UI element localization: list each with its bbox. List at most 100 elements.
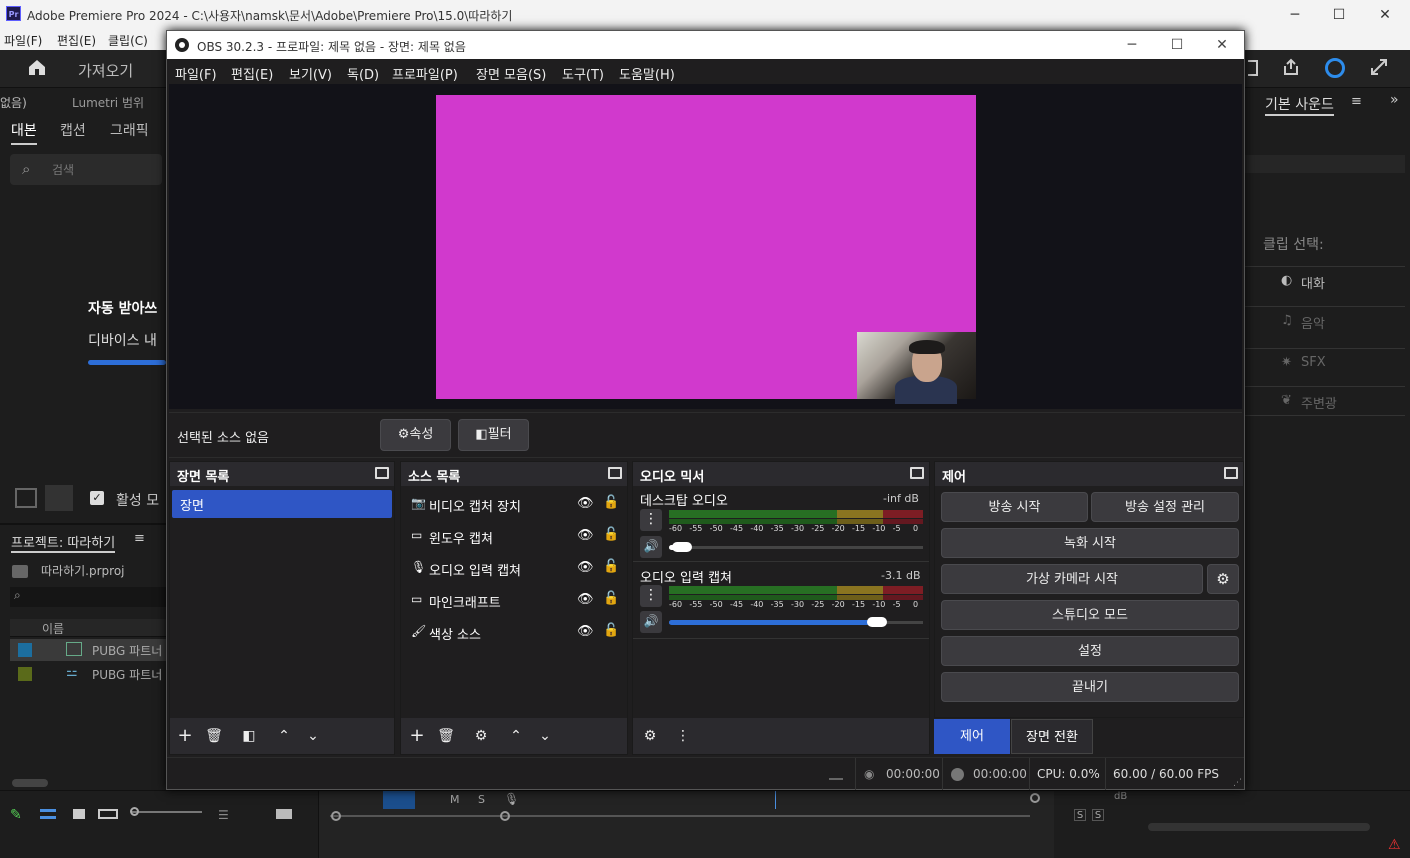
resize-grip-icon[interactable]: ⋰ [1233, 778, 1242, 788]
filters-button[interactable]: ◧필터 [458, 419, 529, 451]
stream-settings-button[interactable]: 방송 설정 관리 [1091, 492, 1239, 522]
obs-menu-tools[interactable]: 도구(T) [562, 64, 604, 83]
exit-button[interactable]: 끝내기 [941, 672, 1239, 702]
split-icon[interactable] [45, 485, 73, 511]
volume-handle[interactable] [867, 617, 887, 627]
webcam-feed[interactable] [857, 332, 976, 404]
scroll-handle-left[interactable] [331, 811, 341, 821]
tab-controls[interactable]: 제어 [934, 719, 1010, 754]
playhead[interactable] [775, 791, 776, 809]
project-row[interactable]: ⚍ PUBG 파트너 [10, 663, 166, 685]
source-item[interactable]: ▭ 윈도우 캡쳐 👁 🔓 [407, 522, 623, 550]
obs-close-button[interactable]: ✕ [1199, 31, 1245, 59]
zoom-slider-handle[interactable] [130, 807, 139, 816]
project-tab[interactable]: 프로젝트: 따라하기 [11, 532, 116, 553]
sound-type-ambience[interactable]: ❦ 주변광 [1245, 386, 1405, 416]
warning-icon[interactable]: ⚠ [1388, 837, 1401, 853]
list-view-icon[interactable] [40, 809, 56, 819]
active-checkbox[interactable]: ✓ [90, 491, 104, 505]
search-input[interactable]: ⌕ 검색 [10, 154, 162, 185]
move-up-icon[interactable]: ⌃ [272, 724, 296, 748]
mute-button[interactable]: M [450, 793, 460, 806]
tab-captions[interactable]: 캡션 [60, 120, 86, 140]
obs-menu-file[interactable]: 파일(F) [175, 64, 217, 83]
menu-clip[interactable]: 클립(C) [108, 32, 148, 49]
mute-speaker-icon[interactable]: 🔊 [640, 536, 662, 558]
fullscreen-icon[interactable] [1370, 58, 1388, 76]
tab-graphics[interactable]: 그래픽 [110, 120, 149, 140]
advanced-audio-icon[interactable]: ⚙ [638, 724, 662, 748]
source-item[interactable]: ▭ 마인크래프트 👁 🔓 [407, 586, 623, 614]
move-up-icon[interactable]: ⌃ [504, 724, 528, 748]
panel-tab-none[interactable]: 없음) [0, 94, 27, 111]
properties-button[interactable]: ⚙속성 [380, 419, 451, 451]
start-streaming-button[interactable]: 방송 시작 [941, 492, 1088, 522]
virtual-camera-button[interactable]: 가상 카메라 시작 [941, 564, 1203, 594]
obs-menu-edit[interactable]: 편집(E) [231, 64, 273, 83]
obs-minimize-button[interactable]: ─ [1109, 31, 1155, 59]
obs-preview[interactable] [169, 84, 1242, 409]
obs-menu-view[interactable]: 보기(V) [289, 64, 332, 83]
menu-file[interactable]: 파일(F) [4, 32, 42, 49]
menu-icon[interactable]: ≡ [1351, 94, 1362, 109]
solo-right[interactable]: S [1092, 809, 1104, 821]
microphone-icon[interactable]: 🎙 [504, 792, 519, 806]
obs-menu-profile[interactable]: 프로파일(P) [392, 64, 458, 83]
solo-left[interactable]: S [1074, 809, 1086, 821]
timeline-scroll[interactable] [330, 815, 1030, 817]
tab-transitions[interactable]: 장면 전환 [1011, 719, 1093, 754]
sound-type-dialogue[interactable]: ◐ 대화 [1245, 266, 1405, 296]
color-source-canvas[interactable] [436, 95, 976, 404]
column-name[interactable]: 이름 [42, 620, 64, 637]
remove-scene-icon[interactable]: 🗑 [202, 724, 226, 748]
lock-icon[interactable]: 🔓 [603, 623, 619, 638]
chevron-right-icon[interactable]: » [1390, 92, 1399, 108]
move-down-icon[interactable]: ⌄ [301, 724, 325, 748]
move-down-icon[interactable]: ⌄ [533, 724, 557, 748]
share-icon[interactable] [1282, 58, 1300, 76]
solo-button[interactable]: S [478, 793, 485, 806]
channel-menu-icon[interactable]: ⋮ [640, 509, 662, 531]
sound-type-music[interactable]: ♫ 음악 [1245, 306, 1405, 336]
home-icon[interactable] [26, 57, 48, 77]
sound-type-sfx[interactable]: ✷ SFX [1245, 348, 1405, 378]
scene-item[interactable]: 장면 [172, 490, 392, 518]
project-search[interactable]: ⌕ [10, 587, 166, 607]
obs-menu-dock[interactable]: 독(D) [347, 64, 379, 83]
visibility-eye-icon[interactable]: 👁 [577, 624, 594, 639]
source-item[interactable]: 🖌 색상 소스 👁 🔓 [407, 618, 623, 646]
scene-filter-icon[interactable]: ◧ [237, 724, 261, 748]
visibility-eye-icon[interactable]: 👁 [577, 528, 594, 543]
scrollbar[interactable] [12, 779, 48, 787]
start-recording-button[interactable]: 녹화 시작 [941, 528, 1239, 558]
virtual-camera-settings-icon[interactable]: ⚙ [1207, 564, 1239, 594]
source-item[interactable]: 🎙 오디오 입력 캡쳐 👁 🔓 [407, 554, 623, 582]
maximize-button[interactable]: ☐ [1316, 0, 1362, 30]
freeform-view-icon[interactable] [98, 809, 118, 819]
remove-source-icon[interactable]: 🗑 [434, 724, 458, 748]
lock-icon[interactable]: 🔓 [603, 495, 619, 510]
lock-icon[interactable]: 🔓 [603, 591, 619, 606]
caption-track-icon[interactable] [15, 488, 37, 508]
obs-menu-help[interactable]: 도움말(H) [619, 64, 675, 83]
mixer-menu-icon[interactable]: ⋮ [671, 724, 695, 748]
import-tab[interactable]: 가져오기 [78, 60, 133, 81]
obs-maximize-button[interactable]: ☐ [1154, 31, 1200, 59]
minimize-button[interactable]: ─ [1272, 0, 1318, 30]
undock-icon[interactable] [1224, 467, 1238, 479]
horizontal-scrollbar[interactable] [1148, 823, 1370, 831]
zoom-handle[interactable] [1030, 793, 1040, 803]
obs-menu-scene-collection[interactable]: 장면 모음(S) [476, 64, 546, 83]
bin-icon[interactable] [276, 809, 292, 819]
tab-transcript[interactable]: 대본 [11, 120, 37, 145]
visibility-eye-icon[interactable]: 👁 [577, 560, 594, 575]
source-item[interactable]: 📷 비디오 캡처 장치 👁 🔓 [407, 490, 623, 518]
volume-slider[interactable] [669, 546, 923, 549]
pencil-icon[interactable]: ✎ [10, 807, 22, 823]
sort-icon[interactable]: ☰ [218, 808, 229, 822]
add-scene-icon[interactable]: + [173, 724, 197, 748]
zoom-slider[interactable] [132, 811, 202, 813]
channel-menu-icon[interactable]: ⋮ [640, 585, 662, 607]
undock-icon[interactable] [910, 467, 924, 479]
track-target[interactable] [383, 791, 415, 809]
